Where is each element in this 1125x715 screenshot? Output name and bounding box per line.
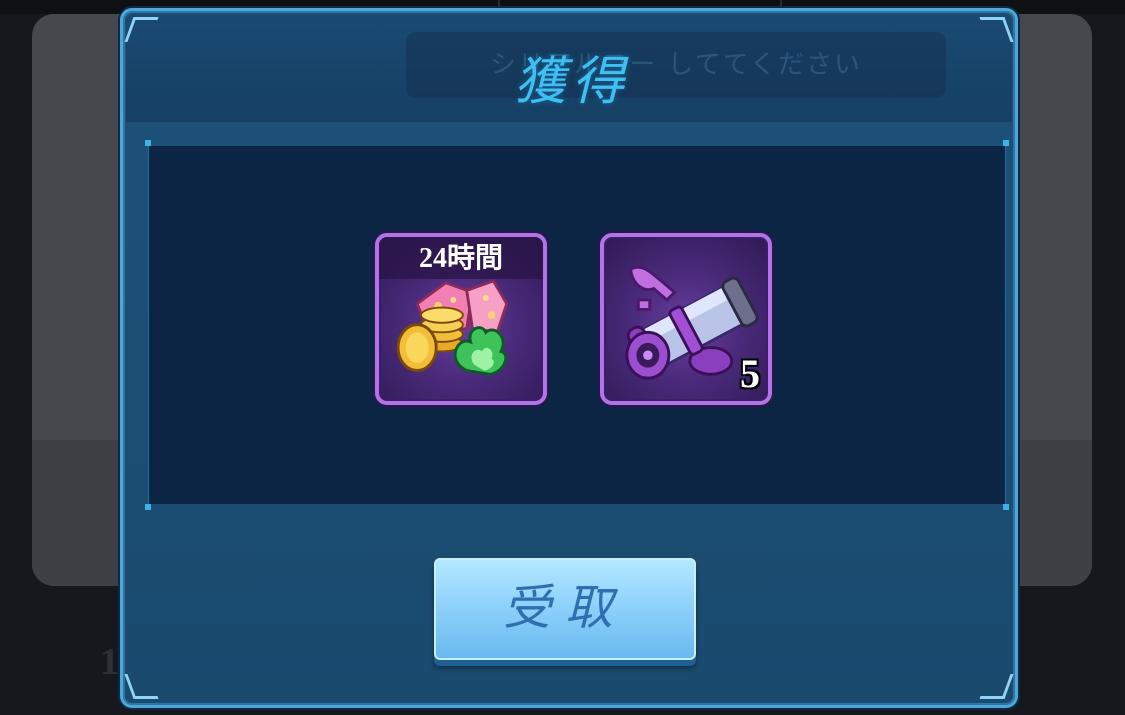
reward-panel bbox=[145, 140, 1009, 510]
reward-item-purple-cannon[interactable]: 5 bbox=[600, 233, 772, 405]
panel-corner-dot bbox=[1003, 140, 1009, 146]
reward-dialog: シリアルコー しててください 獲得 24時間 5 受取 bbox=[120, 8, 1018, 708]
dialog-title: 獲得 bbox=[513, 52, 630, 112]
reward-item-resource-bundle[interactable]: 24時間 bbox=[375, 233, 547, 405]
panel-corner-dot bbox=[145, 504, 151, 510]
panel-corner-dot bbox=[1003, 504, 1009, 510]
item-count-label: 5 bbox=[740, 351, 760, 396]
claim-button[interactable]: 受取 bbox=[434, 558, 696, 660]
game-screen: 1…ЕТ…Е シリアルコー しててください 獲得 bbox=[0, 0, 1125, 715]
corner-ornament-bottom-right bbox=[979, 674, 1014, 699]
panel-corner-dot bbox=[145, 140, 151, 146]
corner-ornament-bottom-left bbox=[124, 674, 159, 699]
item-duration-label: 24時間 bbox=[379, 237, 543, 279]
